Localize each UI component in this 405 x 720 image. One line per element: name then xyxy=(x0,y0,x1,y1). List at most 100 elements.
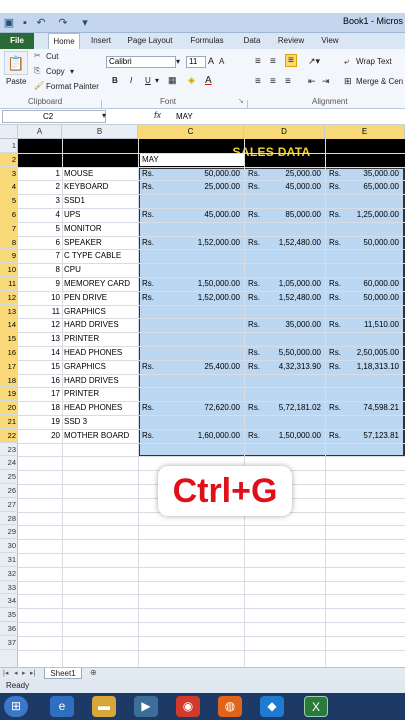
cell-srno[interactable]: 15 xyxy=(20,360,60,374)
header-product-name[interactable]: PRODUCT NAME xyxy=(64,153,136,167)
cell-product-name[interactable]: SSD1 xyxy=(64,194,138,208)
cell-currency-may[interactable]: Rs. xyxy=(142,291,166,305)
cell-currency-july[interactable]: Rs. xyxy=(329,291,353,305)
cell-currency-july[interactable]: Rs. xyxy=(329,167,353,181)
row-header[interactable]: 8 xyxy=(0,235,18,250)
cell-currency-may[interactable]: Rs. xyxy=(142,429,166,443)
row-header[interactable]: 25 xyxy=(0,470,18,484)
select-all-corner[interactable] xyxy=(0,125,18,139)
cell-june[interactable]: 5,50,000.00 xyxy=(270,346,321,360)
cell-july[interactable]: 74,598.21 xyxy=(351,401,399,415)
start-icon[interactable]: ⊞ xyxy=(4,696,28,717)
cell-july[interactable]: 65,000.00 xyxy=(351,180,399,194)
cell-product-name[interactable]: SPEAKER xyxy=(64,236,138,250)
cell-product-name[interactable]: MEMOREY CARD xyxy=(64,277,138,291)
insert-sheet-icon[interactable]: ⊕ xyxy=(90,668,97,677)
row-header[interactable]: 16 xyxy=(0,346,18,360)
next-sheet-icon[interactable]: ▸ xyxy=(22,669,26,677)
format-painter-button[interactable]: Format Painter xyxy=(46,82,99,91)
align-right-icon[interactable]: ≡ xyxy=(285,76,291,87)
formula-input[interactable]: MAY xyxy=(176,110,193,123)
row-header[interactable]: 37 xyxy=(0,636,18,650)
increase-indent-icon[interactable]: ⇥ xyxy=(322,76,330,87)
row-header[interactable]: 24 xyxy=(0,456,18,471)
cell-srno[interactable]: 12 xyxy=(20,318,60,332)
cell-currency-july[interactable]: Rs. xyxy=(329,180,353,194)
cell-product-name[interactable]: PRINTER xyxy=(64,387,138,401)
tab-page-layout[interactable]: Page Layout xyxy=(124,33,176,49)
merge-center-button[interactable]: Merge & Cen xyxy=(356,77,403,86)
cell-product-name[interactable]: MOTHER BOARD xyxy=(64,429,138,443)
row-header[interactable]: 21 xyxy=(0,415,18,429)
row-header[interactable]: 28 xyxy=(0,512,18,526)
cell-product-name[interactable]: HEAD PHONES xyxy=(64,401,138,415)
cell-may[interactable]: 50,000.00 xyxy=(164,167,240,181)
cell-product-name[interactable]: PEN DRIVE xyxy=(64,291,138,305)
cell-product-name[interactable]: C TYPE CABLE xyxy=(64,249,138,263)
row-header[interactable]: 17 xyxy=(0,359,18,374)
cell-currency-may[interactable]: Rs. xyxy=(142,360,166,374)
row-header[interactable]: 11 xyxy=(0,277,18,291)
cell-currency-may[interactable]: Rs. xyxy=(142,236,166,250)
cell-srno[interactable]: 9 xyxy=(20,277,60,291)
cell-srno[interactable]: 8 xyxy=(20,263,60,277)
cell-currency-may[interactable]: Rs. xyxy=(142,208,166,222)
firefox-icon[interactable]: ◍ xyxy=(218,696,242,717)
cell-currency-june[interactable]: Rs. xyxy=(248,277,272,291)
save-icon[interactable]: ▪ xyxy=(18,16,32,30)
cell-june[interactable]: 1,05,000.00 xyxy=(270,277,321,291)
cell-june[interactable]: 85,000.00 xyxy=(270,208,321,222)
cell-srno[interactable]: 6 xyxy=(20,236,60,250)
cell-may[interactable]: 1,52,000.00 xyxy=(164,291,240,305)
cell-srno[interactable]: 18 xyxy=(20,401,60,415)
cell-may[interactable]: 1,50,000.00 xyxy=(164,277,240,291)
cell-srno[interactable]: 14 xyxy=(20,346,60,360)
font-size-select[interactable]: 11 xyxy=(186,56,206,68)
cell-currency-july[interactable]: Rs. xyxy=(329,277,353,291)
row-header[interactable]: 31 xyxy=(0,553,18,567)
cell-currency-july[interactable]: Rs. xyxy=(329,360,353,374)
font-color-icon[interactable]: A xyxy=(205,75,212,86)
row-header[interactable]: 34 xyxy=(0,594,18,609)
copy-dropdown-icon[interactable]: ▾ xyxy=(70,67,74,76)
header-june[interactable]: JUNE xyxy=(248,153,323,167)
cell-currency-june[interactable]: Rs. xyxy=(248,346,272,360)
underline-dropdown-icon[interactable]: ▾ xyxy=(155,76,159,85)
row-header[interactable]: 7 xyxy=(0,221,18,236)
italic-button[interactable]: I xyxy=(130,76,132,85)
tab-home[interactable]: Home xyxy=(48,33,80,49)
tab-view[interactable]: View xyxy=(316,33,344,49)
header-july[interactable]: JULY xyxy=(329,153,403,167)
cell-july[interactable]: 1,18,313.10 xyxy=(351,360,399,374)
row-header[interactable]: 29 xyxy=(0,525,18,540)
cell-currency-june[interactable]: Rs. xyxy=(248,180,272,194)
insert-function-icon[interactable]: fx xyxy=(154,110,161,120)
copy-button[interactable]: Copy xyxy=(46,67,65,76)
redo-icon[interactable]: ↷ xyxy=(56,16,70,30)
cell-july[interactable]: 1,25,000.00 xyxy=(351,208,399,222)
cell-product-name[interactable]: GRAPHICS xyxy=(64,360,138,374)
tab-file[interactable]: File xyxy=(0,33,34,49)
cell-july[interactable]: 35,000.00 xyxy=(351,167,399,181)
cell-product-name[interactable]: GRAPHICS xyxy=(64,305,138,319)
cell-currency-june[interactable]: Rs. xyxy=(248,291,272,305)
cell-july[interactable]: 57,123.81 xyxy=(351,429,399,443)
row-header[interactable]: 13 xyxy=(0,304,18,319)
cell-currency-may[interactable]: Rs. xyxy=(142,277,166,291)
row-header[interactable]: 6 xyxy=(0,208,18,222)
row-header[interactable]: 5 xyxy=(0,194,18,208)
cell-june[interactable]: 1,52,480.00 xyxy=(270,291,321,305)
cell-srno[interactable]: 10 xyxy=(20,291,60,305)
shrink-font-icon[interactable]: A xyxy=(219,57,224,66)
cell-may[interactable]: 25,400.00 xyxy=(164,360,240,374)
name-box[interactable]: C2 xyxy=(2,110,106,123)
wrap-text-button[interactable]: Wrap Text xyxy=(356,57,392,66)
align-middle-icon[interactable]: ≡ xyxy=(270,56,276,67)
excel-icon[interactable]: X xyxy=(304,696,328,717)
cell-currency-july[interactable]: Rs. xyxy=(329,429,353,443)
cell-july[interactable]: 2,50,005.00 xyxy=(351,346,399,360)
cell-july[interactable]: 60,000.00 xyxy=(351,277,399,291)
cell-june[interactable]: 5,72,181.02 xyxy=(270,401,321,415)
cell-product-name[interactable]: PRINTER xyxy=(64,332,138,346)
cell-july[interactable]: 50,000.00 xyxy=(351,291,399,305)
